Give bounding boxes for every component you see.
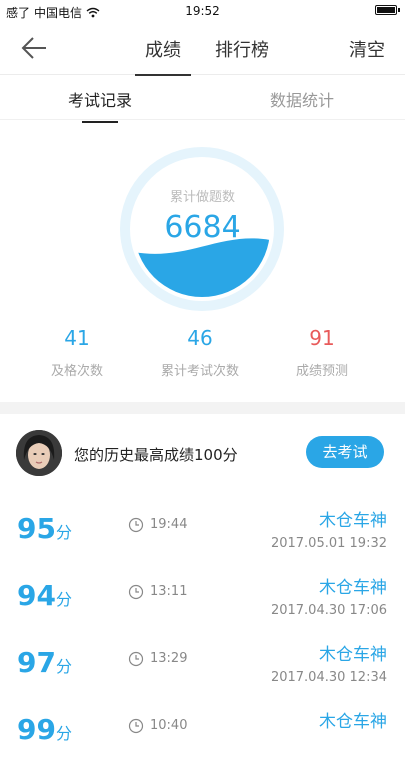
stat-label: 累计考试次数 xyxy=(160,364,239,379)
avatar-image xyxy=(16,430,62,476)
score-unit: 分 xyxy=(55,724,72,743)
record-datetime: 2017.04.30 12:34 xyxy=(270,670,387,685)
stat-exam-count: 46 累计考试次数 xyxy=(145,326,255,379)
top-nav: 成绩 排行榜 清空 xyxy=(0,22,405,76)
back-button[interactable] xyxy=(14,32,54,64)
score-number: 95 xyxy=(17,512,56,545)
gauge-value: 6684 xyxy=(164,210,241,245)
score-number: 99 xyxy=(17,713,56,746)
record-row[interactable]: 94分 13:11 木仓车神 2017.04.30 17:06 xyxy=(0,565,405,631)
record-user-name[interactable]: 木仓车神 xyxy=(319,506,387,531)
tab-data-stats[interactable]: 数据统计 xyxy=(270,87,334,111)
record-datetime: 2017.05.01 19:32 xyxy=(270,536,387,551)
record-score: 99分 xyxy=(17,713,72,746)
score-unit: 分 xyxy=(55,523,72,542)
status-time: 19:52 xyxy=(185,4,220,18)
record-score: 95分 xyxy=(17,512,72,545)
section-divider xyxy=(0,402,405,414)
start-exam-button[interactable]: 去考试 xyxy=(306,436,384,468)
gauge-label: 累计做题数 xyxy=(169,190,235,205)
stat-label: 成绩预测 xyxy=(295,364,348,379)
tab-exam-records[interactable]: 考试记录 xyxy=(68,87,132,123)
score-unit: 分 xyxy=(55,657,72,676)
clock-icon xyxy=(128,651,144,667)
avatar[interactable] xyxy=(16,430,62,476)
score-number: 94 xyxy=(17,579,56,612)
record-row[interactable]: 99分 10:40 木仓车神 xyxy=(0,699,405,765)
record-duration: 10:40 xyxy=(150,718,188,733)
battery-icon xyxy=(375,5,400,15)
sub-tabs: 考试记录 数据统计 xyxy=(0,75,405,123)
record-duration: 13:29 xyxy=(150,651,188,666)
tab-ranking[interactable]: 排行榜 xyxy=(215,36,269,62)
stat-value: 46 xyxy=(187,326,213,350)
record-row[interactable]: 95分 19:44 木仓车神 2017.05.01 19:32 xyxy=(0,498,405,564)
stat-label: 及格次数 xyxy=(50,364,103,379)
clear-button[interactable]: 清空 xyxy=(349,36,385,62)
record-user-name[interactable]: 木仓车神 xyxy=(319,640,387,665)
stat-pass-count: 41 及格次数 xyxy=(22,326,132,379)
profile-row: 您的历史最高成绩100分 去考试 xyxy=(0,414,405,492)
best-score-text: 您的历史最高成绩100分 xyxy=(74,446,238,464)
record-duration: 19:44 xyxy=(150,517,188,532)
clock-icon xyxy=(128,718,144,734)
stat-value: 91 xyxy=(309,326,335,350)
record-row[interactable]: 97分 13:29 木仓车神 2017.04.30 12:34 xyxy=(0,632,405,698)
status-bar: 感了 中国电信 19:52 xyxy=(0,0,405,22)
record-user-name[interactable]: 木仓车神 xyxy=(319,573,387,598)
stat-score-prediction: 91 成绩预测 xyxy=(267,326,377,379)
record-score: 97分 xyxy=(17,646,72,679)
back-arrow-icon xyxy=(21,37,46,59)
tab-score[interactable]: 成绩 xyxy=(135,36,191,76)
record-score: 94分 xyxy=(17,579,72,612)
clock-icon xyxy=(128,584,144,600)
clock-icon xyxy=(128,517,144,533)
record-duration: 13:11 xyxy=(150,584,188,599)
score-unit: 分 xyxy=(55,590,72,609)
stat-value: 41 xyxy=(64,326,90,350)
record-datetime: 2017.04.30 17:06 xyxy=(270,603,387,618)
score-number: 97 xyxy=(17,646,56,679)
